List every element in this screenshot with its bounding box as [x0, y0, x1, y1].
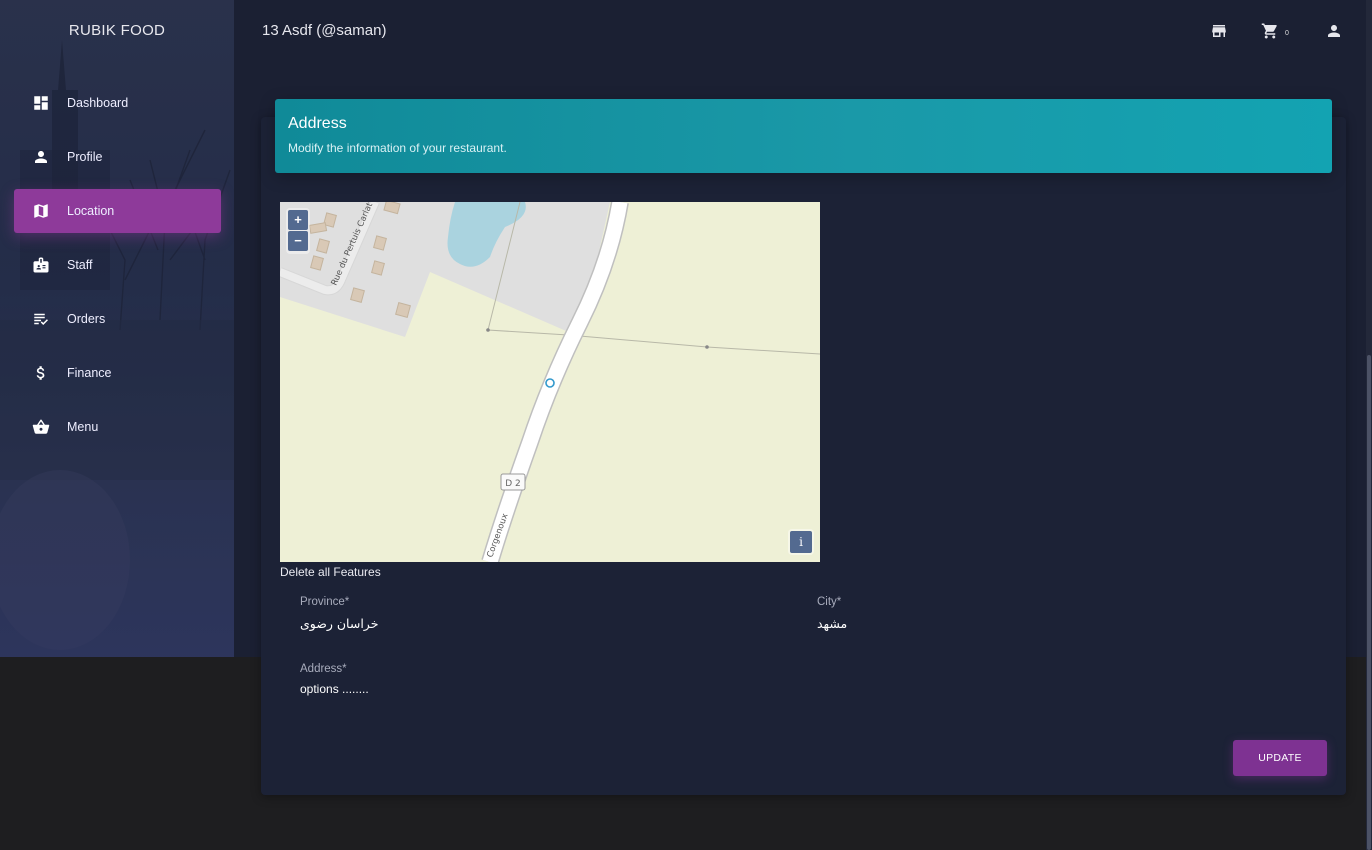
road-shield-label: D 2: [505, 479, 521, 489]
card-title: Address: [288, 115, 347, 132]
map-icon: [32, 202, 50, 220]
sidebar-item-finance[interactable]: Finance: [14, 351, 221, 395]
delete-all-features-link[interactable]: Delete all Features: [280, 565, 381, 579]
scrollbar-thumb[interactable]: [1367, 355, 1371, 850]
city-field[interactable]: [817, 614, 1297, 632]
address-label: Address*: [300, 663, 347, 675]
sidebar-item-orders[interactable]: Orders: [14, 297, 221, 341]
sidebar-nav: Dashboard Profile Location Staff Orders: [14, 81, 221, 459]
province-label: Province*: [300, 596, 350, 608]
location-map[interactable]: D 2 Rue du Pertuis Carlat Corgenoux + − …: [280, 202, 820, 562]
store-icon[interactable]: [1210, 22, 1228, 40]
card-subtitle: Modify the information of your restauran…: [288, 141, 507, 155]
sidebar-item-label: Profile: [67, 150, 103, 164]
sidebar-item-label: Menu: [67, 420, 99, 434]
sidebar-item-label: Staff: [67, 258, 93, 272]
sidebar-item-profile[interactable]: Profile: [14, 135, 221, 179]
dollar-icon: [32, 364, 50, 382]
zoom-out-button[interactable]: −: [288, 231, 308, 251]
checklist-icon: [32, 310, 50, 328]
city-label: City*: [817, 596, 842, 608]
page-title: 13 Asdf (@saman): [262, 22, 387, 39]
sidebar-item-staff[interactable]: Staff: [14, 243, 221, 287]
map-info-button[interactable]: i: [790, 531, 812, 553]
map-info-control: i: [788, 529, 814, 555]
sidebar: RUBIK FOOD Dashboard Profile Location St…: [0, 0, 234, 657]
cart-count-badge: 0: [1285, 30, 1289, 37]
sidebar-item-label: Finance: [67, 366, 112, 380]
badge-icon: [32, 256, 50, 274]
province-field[interactable]: [300, 614, 780, 632]
update-button[interactable]: UPDATE: [1233, 740, 1327, 776]
person-icon: [32, 148, 50, 166]
shopping-cart-icon[interactable]: [1261, 22, 1279, 40]
zoom-controls: + −: [286, 208, 310, 254]
map-tiles: D 2 Rue du Pertuis Carlat Corgenoux: [280, 202, 820, 562]
sidebar-item-label: Dashboard: [67, 96, 129, 110]
sidebar-item-location[interactable]: Location: [14, 189, 221, 233]
brand-logo-text[interactable]: RUBIK FOOD: [0, 22, 234, 39]
zoom-in-button[interactable]: +: [288, 210, 308, 230]
address-field[interactable]: [300, 680, 1300, 698]
account-icon[interactable]: [1325, 22, 1343, 40]
card-header: Address Modify the information of your r…: [275, 99, 1332, 173]
sidebar-item-label: Location: [67, 204, 115, 218]
sidebar-item-label: Orders: [67, 312, 106, 326]
dashboard-icon: [32, 94, 50, 112]
sidebar-item-menu[interactable]: Menu: [14, 405, 221, 449]
basket-icon: [32, 418, 50, 436]
sidebar-item-dashboard[interactable]: Dashboard: [14, 81, 221, 125]
